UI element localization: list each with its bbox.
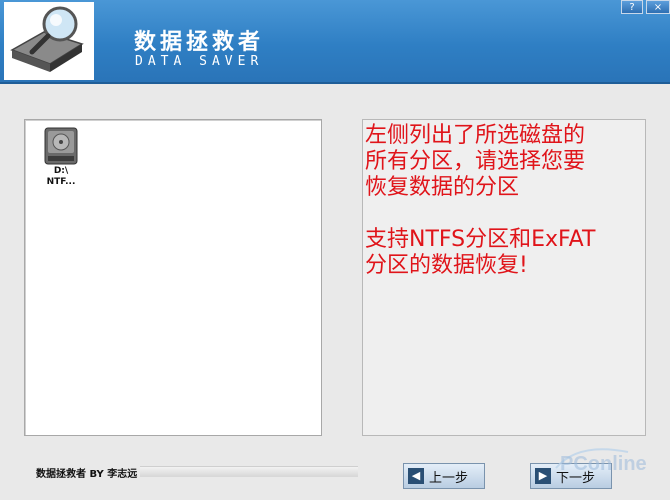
app-title: 数据拯救者 (134, 30, 265, 55)
info-panel: 左侧列出了所选磁盘的 所有分区，请选择您要 恢复数据的分区 支持NTFS分区和E… (362, 119, 646, 436)
hard-drive-magnifier-logo-icon (4, 2, 94, 80)
partition-item-d[interactable]: D:\ NTF... (35, 126, 87, 188)
app-header: 数据拯救者 DATA SAVER ? × (0, 0, 670, 84)
previous-button-label: 上一步 (429, 470, 469, 486)
app-subtitle: DATA SAVER (135, 54, 264, 69)
previous-button[interactable]: ◀ 上一步 (403, 463, 485, 489)
partition-drive-label: D:\ (53, 166, 69, 176)
watermark-text: PConline (560, 453, 647, 475)
progress-bar (140, 466, 358, 477)
partition-list: D:\ NTF... (24, 119, 322, 436)
help-button[interactable]: ? (621, 0, 643, 14)
arrow-left-icon: ◀ (408, 468, 424, 484)
pconline-watermark: PConline (555, 448, 647, 475)
status-text: 数据拯救者 BY 李志远 (36, 469, 138, 480)
hard-drive-icon (44, 127, 78, 165)
close-button[interactable]: × (646, 0, 670, 14)
partition-fs-label: NTF... (46, 177, 76, 187)
info-text: 左侧列出了所选磁盘的 所有分区，请选择您要 恢复数据的分区 支持NTFS分区和E… (365, 123, 596, 278)
